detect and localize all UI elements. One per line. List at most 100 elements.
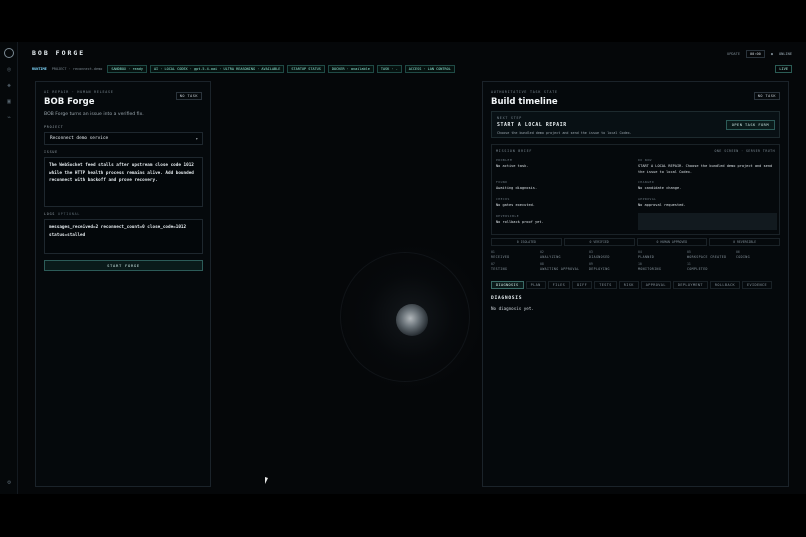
stage-item: 08 AWAITING APPROVAL — [540, 262, 588, 271]
brief-cell-approval: APPROVAL No approval requested. — [638, 197, 777, 213]
diagnosis-heading: DIAGNOSIS — [491, 296, 523, 301]
start-forge-button[interactable]: START FORGE — [44, 260, 203, 271]
brief-key: DO NOW — [638, 158, 652, 162]
brief-value: No gates executed. — [496, 203, 535, 207]
stage-item: 02 ANALYZING — [540, 250, 588, 259]
stage-number: 10 — [638, 262, 642, 266]
stat-isolated: 0 ISOLATED — [491, 238, 562, 246]
stage-number: 09 — [589, 262, 593, 266]
issue-textarea[interactable]: The WebSocket feed stalls after upstream… — [44, 157, 203, 207]
brief-cell-changed: CHANGED No candidate change. — [638, 180, 777, 196]
stat-reversible: 0 REVERSIBLE — [709, 238, 780, 246]
brief-value: No rollback proof yet. — [496, 220, 544, 224]
brief-value: START A LOCAL REPAIR. Choose the bundled… — [638, 164, 773, 174]
brief-cell-found: FOUND Awaiting diagnosis. — [496, 180, 635, 196]
stage-name: TESTING — [491, 267, 508, 271]
timeline-eyebrow: AUTHORITATIVE TASK STATE — [491, 90, 558, 94]
stage-item: 06 CODING — [736, 250, 784, 259]
brief-value: No candidate change. — [638, 186, 682, 190]
runtime-label: RUNTIME — [32, 67, 47, 71]
next-step-card: NEXT STEP START A LOCAL REPAIR Choose th… — [491, 111, 780, 138]
project-select[interactable]: Reconnect demo service ▾ — [44, 132, 203, 145]
stage-item: 11 COMPLETED — [687, 262, 735, 271]
runtime-status-strip: RUNTIME PROJECT · reconnect-demo SANDBOX… — [32, 65, 455, 73]
connection-status: ONLINE — [779, 52, 792, 56]
projects-icon[interactable]: ▣ — [5, 98, 13, 106]
timeline-panel: AUTHORITATIVE TASK STATE Build timeline … — [482, 81, 789, 487]
tab-plan[interactable]: PLAN — [525, 281, 546, 289]
stage-item: 07 TESTING — [491, 262, 539, 271]
mission-brief-heading: MISSION BRIEF — [496, 149, 533, 153]
stage-number: 07 — [491, 262, 495, 266]
brief-value: Awaiting diagnosis. — [496, 186, 538, 190]
tab-diagnosis[interactable]: DIAGNOSIS — [491, 281, 524, 289]
chevron-down-icon: ▾ — [195, 136, 198, 141]
live-badge: LIVE — [775, 65, 792, 73]
detail-tabs: DIAGNOSIS PLAN FILES DIFF TESTS RISK APP… — [491, 281, 773, 289]
stage-number: 11 — [687, 262, 691, 266]
brief-key: PROBLEM — [496, 158, 513, 162]
app-window: ◎ ◈ ▣ ⌁ ⚙ BOB FORGE UPDATE 00:00 ● ONLIN… — [0, 42, 806, 494]
stage-number: 08 — [540, 262, 544, 266]
stage-number: 04 — [638, 250, 642, 254]
tab-approval[interactable]: APPROVAL — [640, 281, 671, 289]
mission-brief: MISSION BRIEF ONE SCREEN · SERVER TRUTH … — [491, 144, 780, 235]
task-status-chip: NO TASK — [175, 92, 202, 100]
tab-risk[interactable]: RISK — [618, 281, 639, 289]
nav-rail: ◎ ◈ ▣ ⌁ ⚙ — [0, 42, 18, 494]
stage-item: 04 PLANNED — [638, 250, 686, 259]
stage-item: 05 WORKSPACE CREATED — [687, 250, 737, 259]
stage-name: CODING — [736, 255, 750, 259]
app-logo-icon[interactable] — [4, 48, 14, 58]
stat-verified: 0 VERIFIED — [563, 238, 635, 246]
timeline-status-chip: NO TASK — [753, 92, 780, 100]
stage-number: 02 — [540, 250, 544, 254]
logs-textarea[interactable]: messages_received=2 reconnect_count=0 cl… — [44, 219, 203, 254]
stage-number: 06 — [736, 250, 740, 254]
tab-deployment[interactable]: DEPLOYMENT — [672, 281, 708, 289]
brief-cell-do-now: DO NOW START A LOCAL REPAIR. Choose the … — [638, 158, 777, 176]
tab-diff[interactable]: DIFF — [572, 281, 593, 289]
brief-value: No approval requested. — [638, 203, 686, 207]
open-task-form-button[interactable]: OPEN TASK FORM — [725, 120, 775, 130]
tab-evidence[interactable]: EVIDENCE — [741, 281, 773, 289]
logs-optional-tag: OPTIONAL — [57, 212, 81, 216]
project-select-value: Reconnect demo service — [50, 136, 109, 141]
status-pill-docker: DOCKER · available — [327, 65, 374, 73]
tab-files[interactable]: FILES — [547, 281, 571, 289]
stage-number: 05 — [687, 250, 691, 254]
header-controls: UPDATE 00:00 ● ONLINE — [727, 50, 792, 58]
diagnosis-text: No diagnosis yet. — [491, 306, 534, 311]
update-label[interactable]: UPDATE — [727, 52, 740, 56]
stage-item: 03 DIAGNOSED — [589, 250, 637, 259]
intake-panel: AI REPAIR · HUMAN RELEASE BOB Forge NO T… — [35, 81, 211, 487]
brand-title: BOB FORGE — [32, 49, 86, 57]
stage-name: AWAITING APPROVAL — [540, 267, 580, 271]
project-label: PROJECT — [44, 125, 64, 129]
project-indicator: PROJECT · reconnect-demo — [51, 67, 103, 71]
stage-item: 01 RECEIVED — [491, 250, 539, 259]
tab-rollback[interactable]: ROLLBACK — [709, 281, 740, 289]
stage-name: COMPLETED — [687, 267, 708, 271]
logs-label: LOGS OPTIONAL — [44, 212, 80, 216]
home-icon[interactable]: ◎ — [5, 66, 13, 74]
stage-item: 10 MONITORING — [638, 262, 686, 271]
status-pill-startup[interactable]: STARTUP STATUS — [287, 65, 325, 73]
activity-icon[interactable]: ⌁ — [5, 114, 13, 122]
tab-tests[interactable]: TESTS — [594, 281, 617, 289]
next-step-eyebrow: NEXT STEP — [497, 116, 523, 120]
settings-icon[interactable]: ⚙ — [5, 479, 13, 487]
mouse-cursor-icon — [265, 477, 268, 484]
status-pill-ai: AI · LOCAL CODEX · gpt-5.4-oai · ULTRA R… — [149, 65, 285, 73]
tasks-icon[interactable]: ◈ — [5, 82, 13, 90]
stage-name: RECEIVED — [491, 255, 510, 259]
issue-label: ISSUE — [44, 150, 58, 154]
stage-name: ANALYZING — [540, 255, 561, 259]
brief-cell-reversible: REVERSIBLE No rollback proof yet. — [496, 214, 635, 230]
brief-cell-checks: CHECKS No gates executed. — [496, 197, 635, 213]
brief-key: CHECKS — [496, 197, 510, 201]
guarantee-stats: 0 ISOLATED 0 VERIFIED 0 HUMAN APPROVED 0… — [491, 238, 780, 246]
status-pill-task: TASK · - — [376, 65, 402, 73]
stage-name: WORKSPACE CREATED — [687, 255, 727, 259]
intake-title: BOB Forge — [44, 97, 95, 107]
